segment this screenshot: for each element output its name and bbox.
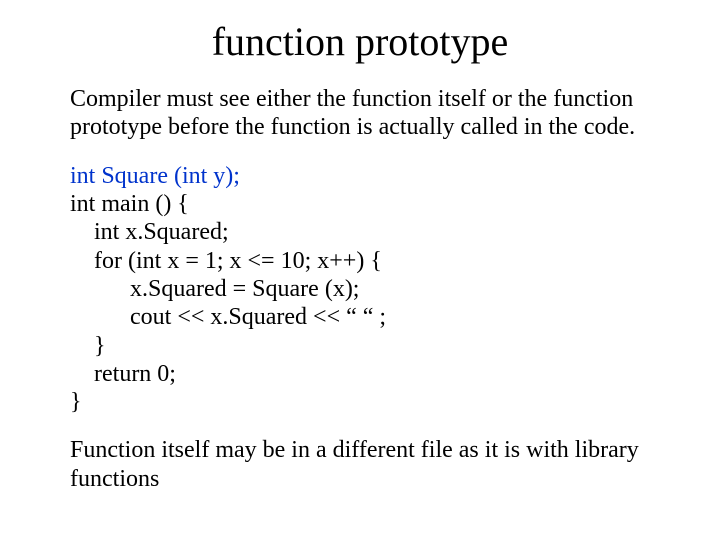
footnote-paragraph: Function itself may be in a different fi… [70, 436, 650, 493]
code-line: return 0; [70, 361, 176, 387]
code-line: x.Squared = Square (x); [70, 276, 359, 302]
intro-paragraph: Compiler must see either the function it… [70, 85, 650, 142]
code-line: } [70, 333, 106, 359]
code-line: int main () { [70, 191, 189, 217]
code-line: for (int x = 1; x <= 10; x++) { [70, 248, 382, 274]
code-line-prototype: int Square (int y); [70, 163, 240, 189]
slide: function prototype Compiler must see eit… [0, 0, 720, 540]
code-line: } [70, 389, 82, 415]
code-line: int x.Squared; [70, 219, 229, 245]
code-line: cout << x.Squared << “ “ ; [70, 304, 386, 330]
code-block: int Square (int y); int main () { int x.… [70, 162, 650, 417]
slide-title: function prototype [70, 18, 650, 65]
